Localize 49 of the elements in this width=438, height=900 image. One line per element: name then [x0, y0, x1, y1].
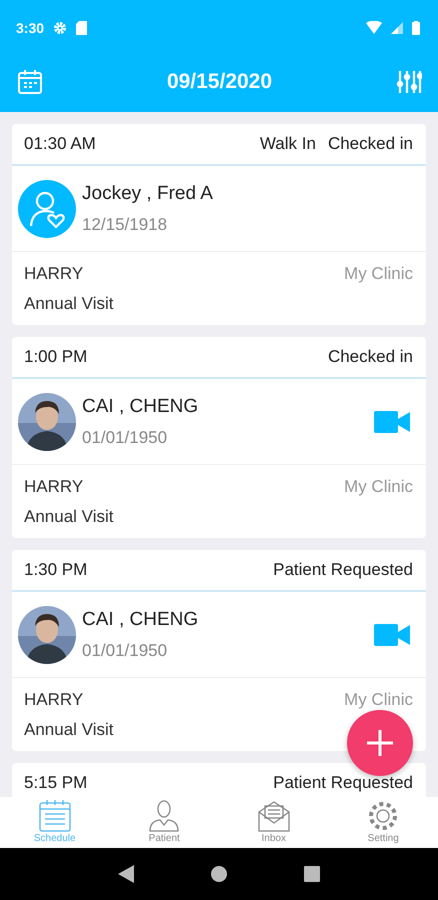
nav-tab[interactable]: Inbox — [219, 797, 328, 848]
appointment-time: 5:15 PM — [24, 773, 88, 793]
app-title: 09/15/2020 — [166, 70, 272, 94]
appointment-status: Checked in — [328, 134, 413, 154]
visit-type: Walk In — [260, 134, 316, 154]
appointment-status: Patient Requested — [273, 560, 413, 580]
provider-name: HARRY — [24, 476, 84, 496]
home-icon[interactable] — [210, 866, 227, 882]
visit-reason: Annual Visit — [24, 720, 114, 740]
recents-icon[interactable] — [304, 866, 320, 882]
appointment-time: 1:30 PM — [24, 560, 88, 580]
visit-reason: Annual Visit — [24, 506, 114, 526]
clinic-name: My Clinic — [344, 264, 413, 284]
nav-tab[interactable]: Setting — [328, 797, 438, 848]
calendar-icon — [36, 799, 73, 833]
patient-avatar-icon — [18, 180, 76, 238]
plus-icon — [365, 728, 395, 758]
provider-name: HARRY — [24, 690, 84, 710]
patient-dob: 01/01/1950 — [82, 640, 168, 660]
calendar-icon[interactable] — [17, 68, 43, 94]
appointment-time: 01:30 AM — [24, 134, 96, 154]
clinic-name: My Clinic — [344, 690, 413, 710]
video-camera-icon[interactable] — [374, 410, 410, 434]
appointment-card[interactable]: 01:30 AM Walk In Checked in Jockey , Fred A 12/15/1918 HARRY My Clinic Annual Visit — [12, 124, 426, 325]
appointment-status: Checked in — [328, 347, 413, 367]
patient-dob: 12/15/1918 — [82, 214, 168, 234]
patient-name: CAI , CHENG — [82, 396, 198, 418]
gear-icon — [53, 20, 68, 34]
back-icon[interactable] — [118, 865, 134, 883]
appointment-time: 1:00 PM — [24, 347, 88, 367]
appointment-card[interactable]: 1:30 PM Patient Requested CAI , CHENG 01/01/1950 HARRY My Clinic Annual Visit — [12, 550, 426, 751]
video-camera-icon[interactable] — [374, 622, 410, 646]
patient-name: Jockey , Fred A — [82, 182, 213, 204]
appointment-card[interactable]: 5:15 PM Patient Requested — [12, 763, 426, 797]
provider-name: HARRY — [24, 264, 84, 284]
appointment-status: Patient Requested — [273, 773, 413, 793]
patient-name: CAI , CHENG — [82, 608, 198, 630]
visit-reason: Annual Visit — [24, 294, 114, 314]
wifi-icon — [366, 21, 382, 34]
envelope-icon — [256, 799, 292, 833]
clinic-name: My Clinic — [344, 476, 413, 496]
appointment-card[interactable]: 1:00 PM Checked in CAI , CHENG 01/01/1950 HARRY My Clinic Annual Visit — [12, 337, 426, 538]
battery-icon — [412, 20, 420, 34]
nav-tab[interactable]: Patient — [110, 797, 219, 848]
patient-dob: 01/01/1950 — [82, 428, 168, 448]
status-time: 3:30 — [16, 20, 44, 36]
filter-sliders-icon[interactable] — [396, 68, 422, 94]
sd-card-icon — [76, 20, 88, 34]
signal-icon — [391, 22, 403, 34]
